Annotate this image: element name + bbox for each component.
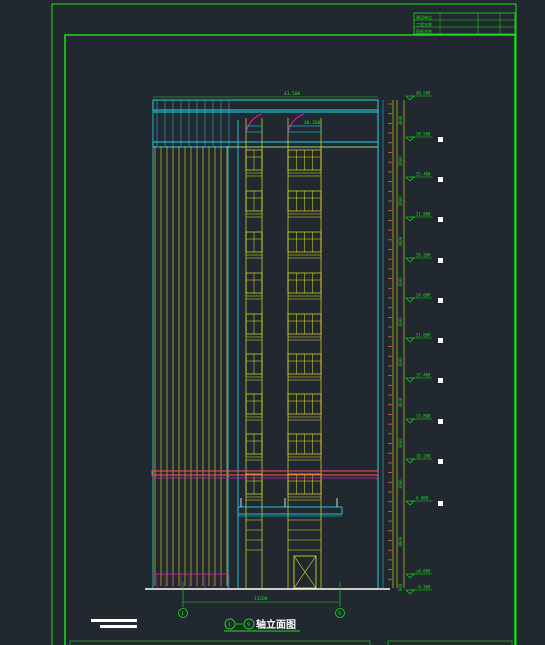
floor-dim-value: 3600	[398, 438, 403, 448]
floor-dim-value: 3600	[398, 196, 403, 206]
overall-dimension: 13200	[182, 582, 341, 607]
door-swing-lines	[293, 555, 317, 589]
level-tag	[438, 298, 443, 303]
axis-bubble-end: 9	[335, 608, 345, 618]
floor-dim-value: 3600	[398, 357, 403, 367]
level-value: 31.800	[416, 212, 431, 217]
title-block-row-1: 建设单位	[416, 14, 432, 20]
level-value: 38.500	[416, 132, 431, 137]
floor-dim-value: 3600	[398, 236, 403, 246]
floor-dim-value: 900	[398, 583, 403, 591]
level-symbol	[405, 418, 415, 424]
svg-text:1: 1	[228, 622, 231, 628]
level-tag	[438, 378, 443, 383]
level-value: 13.800	[416, 414, 431, 419]
building-elevation	[151, 99, 405, 589]
level-value: 21.000	[416, 333, 431, 338]
level-value: 17.400	[416, 373, 431, 378]
level-tag	[438, 338, 443, 343]
floor-dim-value: 3600	[398, 397, 403, 407]
level-symbol	[405, 500, 415, 506]
level-value: 10.200	[416, 454, 431, 459]
level-symbol	[405, 257, 415, 263]
roof-arch-left	[245, 113, 263, 133]
level-value: -0.300	[416, 585, 431, 590]
level-symbol	[405, 95, 415, 101]
level-value: 35.400	[416, 172, 431, 177]
level-value: 24.600	[416, 293, 431, 298]
podium-band	[151, 470, 379, 476]
top-dimension: 43.500 40.200	[153, 91, 378, 126]
level-tag	[438, 258, 443, 263]
level-symbol	[405, 216, 415, 222]
level-symbol	[405, 458, 415, 464]
entrance-canopy	[237, 506, 343, 515]
level-markers: 40.500 38.500 35.400 31.800 28.200 24.600 21.0…	[398, 91, 443, 595]
level-symbol	[405, 136, 415, 142]
svg-text:9: 9	[247, 622, 250, 628]
legend-bar-1	[91, 619, 137, 622]
elevation-drawing: 建设单位 工程名称 图纸名称 40.500 38.500 35.400 31.800 2…	[51, 3, 517, 645]
level-value: 40.500	[416, 91, 431, 96]
roof-parapet	[152, 99, 379, 111]
level-symbol	[405, 589, 415, 595]
title-block: 建设单位 工程名称 图纸名称	[413, 12, 516, 35]
level-tag	[438, 501, 443, 506]
level-value: 6.600	[416, 496, 429, 501]
drawing-title: 1 9 轴立面图	[224, 618, 300, 632]
level-symbol	[405, 176, 415, 182]
level-tag	[438, 419, 443, 424]
bottom-info-strip	[69, 640, 513, 645]
roof-vent-right	[287, 125, 322, 133]
crown-band	[152, 141, 379, 148]
roof-level-label: 43.500	[284, 91, 301, 97]
floor-dim-value: 3600	[398, 156, 403, 166]
overall-width-label: 13200	[254, 596, 268, 602]
level-tag	[438, 459, 443, 464]
floor-dim-value: 3600	[398, 317, 403, 327]
level-value: 28.200	[416, 253, 431, 258]
legend-bar-2	[100, 625, 137, 628]
level-value: ±0.000	[416, 569, 431, 574]
level-tag	[438, 217, 443, 222]
level-symbol	[405, 573, 415, 579]
level-symbol	[405, 337, 415, 343]
level-symbol	[405, 297, 415, 303]
level-symbol	[405, 377, 415, 383]
floor-dim-value: 3600	[398, 479, 403, 489]
floor-dim-value: 4800	[398, 536, 403, 546]
svg-text:9: 9	[338, 611, 341, 617]
parapet-level-label: 40.200	[304, 120, 321, 126]
floor-dim-value: 3600	[398, 277, 403, 287]
level-tag	[438, 177, 443, 182]
svg-text:1: 1	[181, 611, 184, 617]
level-tag	[438, 137, 443, 142]
title-block-row-3: 图纸名称	[416, 28, 432, 34]
title-block-row-2: 工程名称	[416, 21, 432, 27]
axis-bubble-start: 1	[178, 608, 188, 618]
floor-dim-value: 3600	[398, 115, 403, 125]
drawing-title-text: 轴立面图	[256, 618, 296, 631]
roof-arch-right	[287, 113, 305, 133]
